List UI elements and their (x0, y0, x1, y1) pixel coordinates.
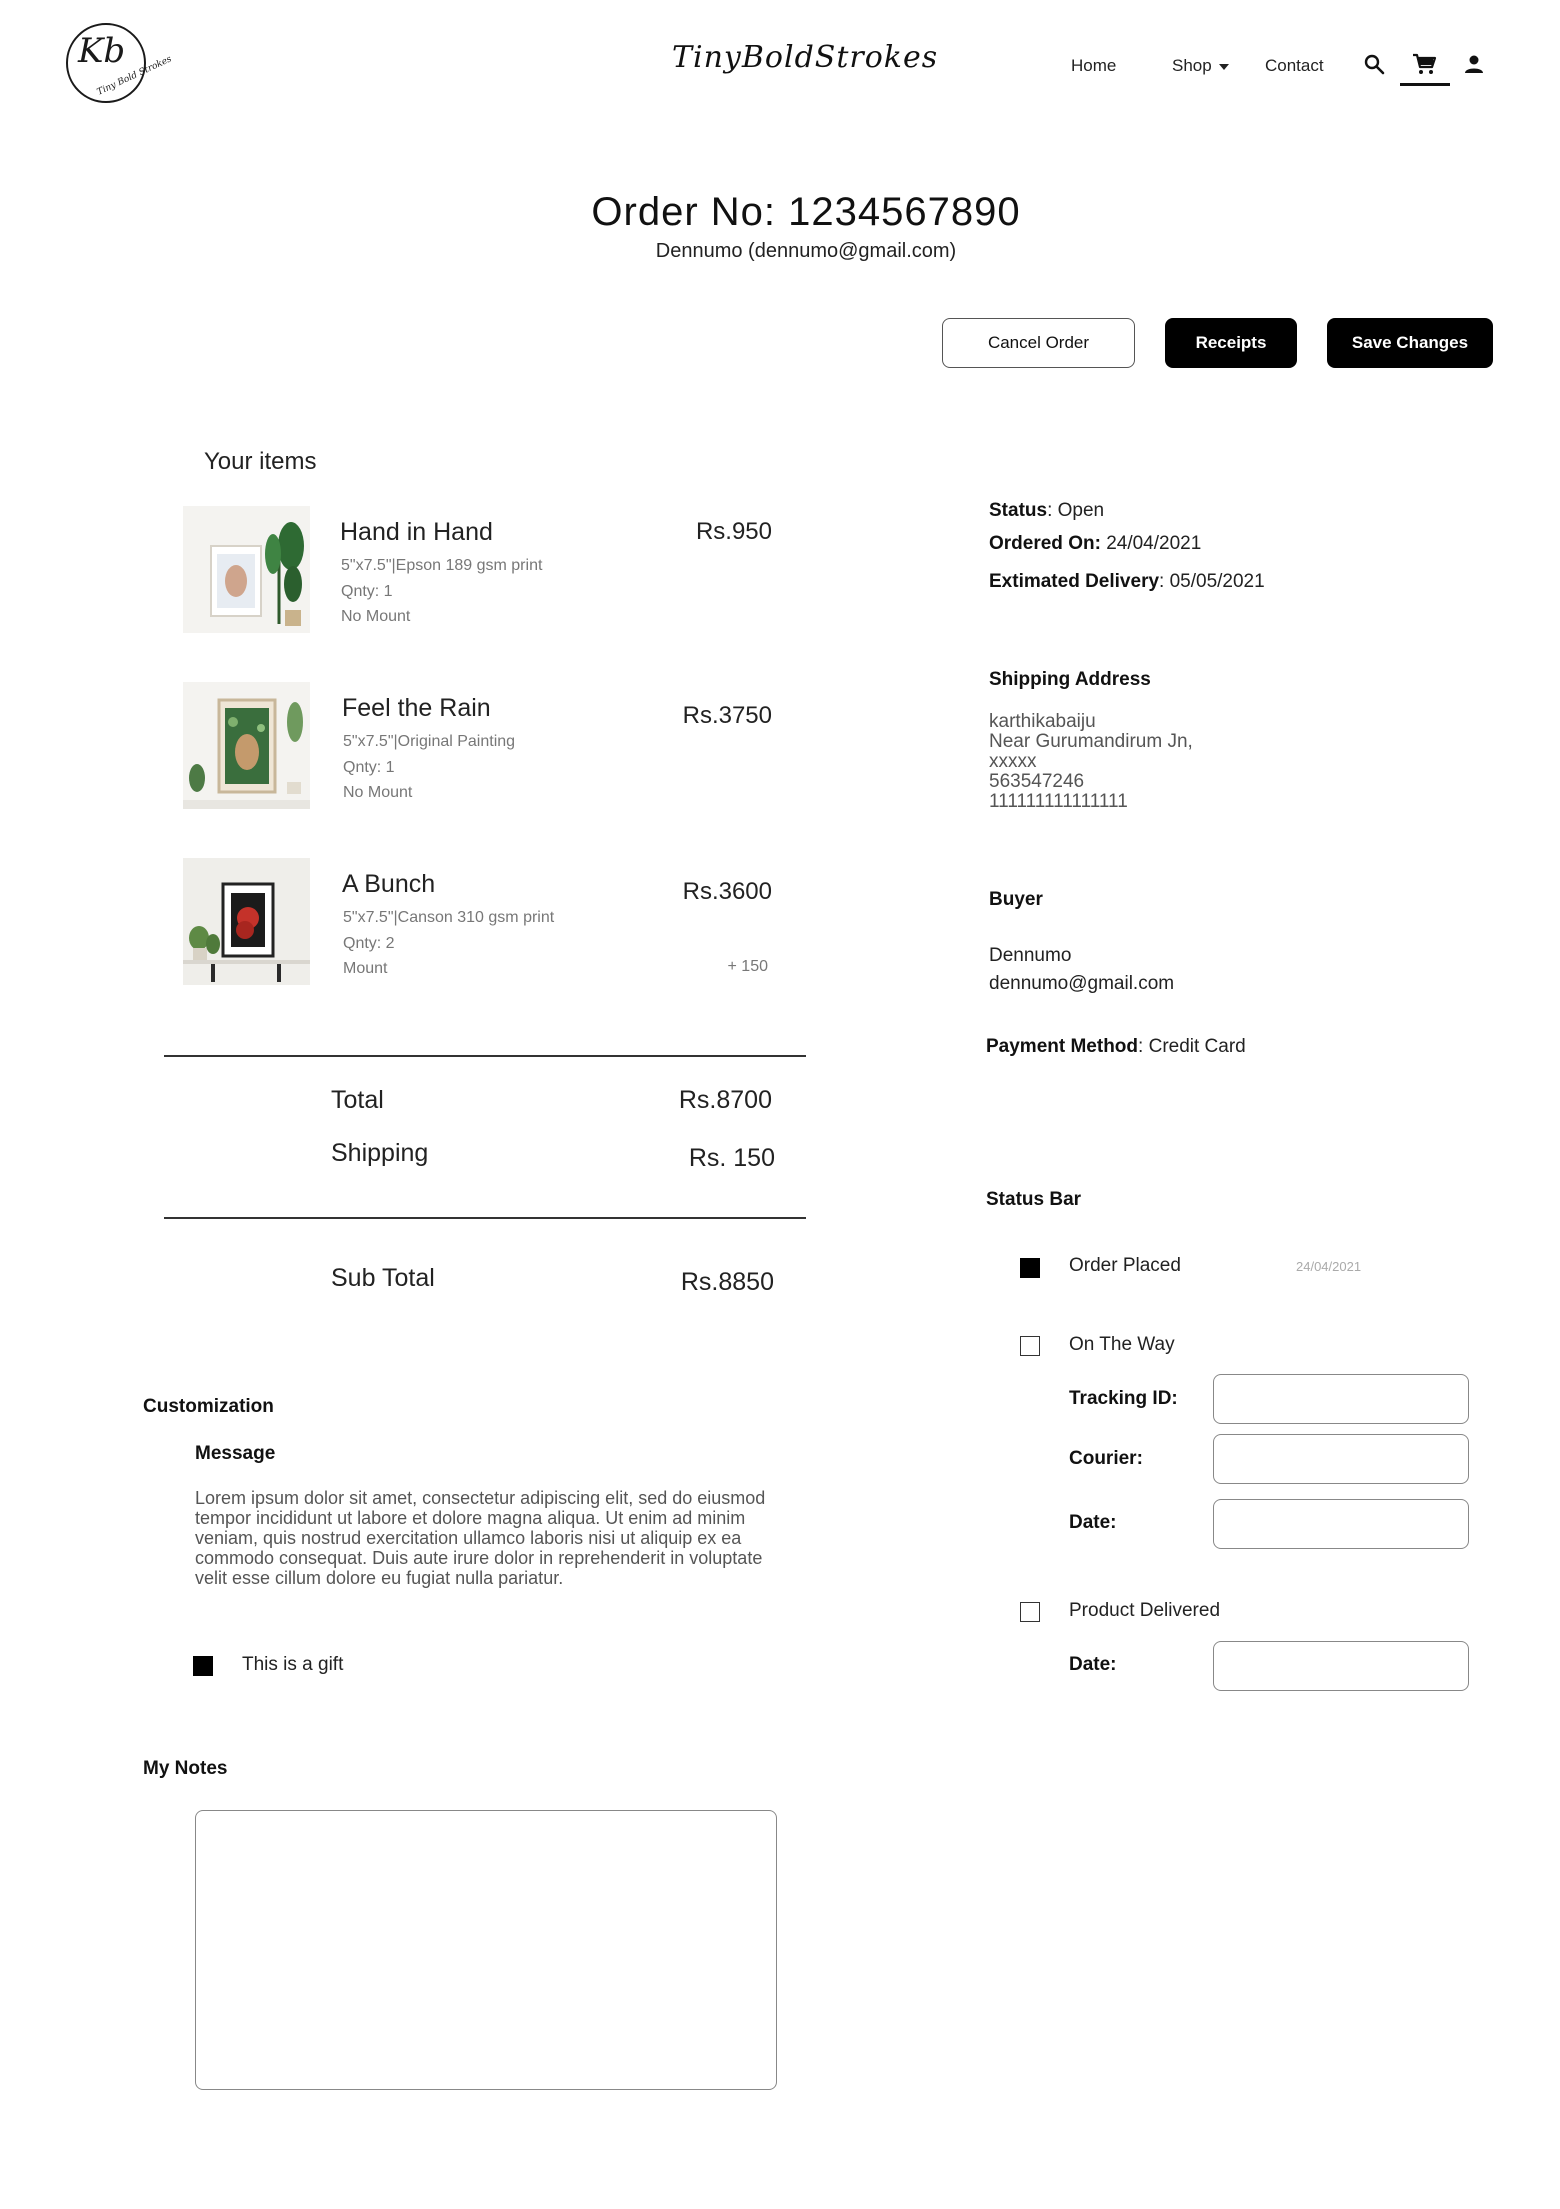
shipping-label: Shipping (331, 1139, 429, 1167)
shipping-address: karthikabaiju Near Gurumandirum Jn, xxxx… (989, 712, 1193, 812)
item-name: A Bunch (342, 870, 436, 898)
address-phone: 111111111111111 (989, 791, 1128, 812)
status-value: Open (1057, 500, 1105, 521)
gift-label: This is a gift (242, 1654, 344, 1675)
subtotal-value: Rs.8850 (680, 1268, 774, 1296)
order-customer: Dennumo (dennumo@gmail.com) (655, 240, 957, 262)
order-placed-date: 24/04/2021 (1296, 1259, 1362, 1274)
item-thumbnail[interactable] (183, 682, 310, 809)
total-value: Rs.8700 (678, 1086, 772, 1114)
delivery-value: 05/05/2021 (1169, 571, 1265, 592)
search-icon (1364, 54, 1385, 75)
nav-home[interactable]: Home (1071, 56, 1116, 76)
cart-active-underline (1400, 83, 1450, 86)
user-icon (1465, 55, 1483, 73)
shipping-value: Rs. 150 (688, 1144, 775, 1172)
subtotal-label: Sub Total (331, 1264, 435, 1292)
item-mount: No Mount (343, 784, 413, 801)
item-qty: Qnty: 1 (341, 583, 393, 600)
product-delivered-checkbox[interactable] (1020, 1602, 1040, 1622)
estimated-delivery: Extimated Delivery: 05/05/2021 (989, 571, 1265, 592)
item-qty: Qnty: 2 (343, 935, 395, 952)
notes-heading: My Notes (143, 1758, 228, 1779)
gift-checkbox[interactable] (193, 1656, 213, 1676)
on-the-way-label: On The Way (1069, 1334, 1175, 1355)
message-heading: Message (195, 1443, 276, 1464)
address-pincode: 563547246 (989, 771, 1085, 792)
item-spec: 5"x7.5"|Canson 310 gsm print (343, 909, 555, 926)
divider (164, 1055, 806, 1057)
buyer-email: dennumo@gmail.com (989, 973, 1175, 994)
order-title: Order No: 1234567890 (591, 190, 1021, 234)
ordered-on: Ordered On: 24/04/2021 (989, 533, 1201, 555)
mount-extra-price: + 150 (727, 958, 768, 975)
delivery-label: Extimated Delivery (989, 571, 1160, 592)
shipping-date-input[interactable] (1213, 1499, 1469, 1549)
total-label: Total (331, 1086, 384, 1114)
cancel-order-button[interactable]: Cancel Order (942, 318, 1135, 368)
buyer-name: Dennumo (989, 945, 1072, 966)
buyer-info: Dennumo dennumo@gmail.com (989, 942, 1174, 998)
nav-shop-label: Shop (1172, 56, 1212, 75)
on-the-way-checkbox[interactable] (1020, 1336, 1040, 1356)
chevron-down-icon (1218, 63, 1229, 70)
tracking-id-label: Tracking ID: (1069, 1388, 1178, 1409)
search-button[interactable] (1362, 52, 1390, 80)
item-price: Rs.3600 (682, 878, 772, 905)
order-status: Status: Open (989, 500, 1105, 521)
nav-contact[interactable]: Contact (1265, 56, 1324, 76)
item-name: Hand in Hand (340, 518, 493, 546)
ordered-on-value: 24/04/2021 (1106, 533, 1202, 554)
notes-textarea[interactable] (195, 1810, 777, 2090)
item-mount: No Mount (341, 608, 411, 625)
payment-label: Payment Method (986, 1036, 1139, 1057)
delivered-date-label: Date: (1069, 1654, 1117, 1675)
customization-message: Lorem ipsum dolor sit amet, consectetur … (195, 1488, 766, 1588)
account-button[interactable] (1462, 52, 1490, 80)
address-name: karthikabaiju (989, 711, 1096, 732)
receipts-button[interactable]: Receipts (1165, 318, 1297, 368)
shipping-date-label: Date: (1069, 1512, 1117, 1533)
payment-method: Payment Method: Credit Card (986, 1036, 1246, 1057)
address-line1: Near Gurumandirum Jn, (989, 731, 1193, 752)
cart-icon (1413, 53, 1437, 74)
product-delivered-label: Product Delivered (1069, 1600, 1221, 1621)
items-heading: Your items (204, 448, 317, 475)
courier-input[interactable] (1213, 1434, 1469, 1484)
status-bar-heading: Status Bar (986, 1189, 1082, 1210)
status-label: Status (989, 500, 1048, 521)
item-mount: Mount (343, 960, 388, 977)
logo[interactable]: Kb Tiny Bold Strokes (66, 23, 173, 103)
brand-wordmark[interactable]: TinyBoldStrokes (672, 40, 937, 75)
shipping-address-heading: Shipping Address (989, 669, 1151, 690)
tracking-id-input[interactable] (1213, 1374, 1469, 1424)
order-placed-checkbox[interactable] (1020, 1258, 1040, 1278)
address-line2: xxxxx (989, 751, 1037, 772)
item-qty: Qnty: 1 (343, 759, 395, 776)
save-changes-button[interactable]: Save Changes (1327, 318, 1493, 368)
courier-label: Courier: (1069, 1448, 1143, 1469)
payment-value: Credit Card (1148, 1036, 1246, 1057)
item-spec: 5"x7.5"|Original Painting (343, 733, 516, 750)
item-thumbnail[interactable] (183, 506, 310, 633)
item-spec: 5"x7.5"|Epson 189 gsm print (341, 557, 543, 574)
ordered-on-label: Ordered On: (989, 533, 1101, 554)
order-placed-label: Order Placed (1069, 1255, 1181, 1276)
item-price: Rs.3750 (682, 702, 772, 729)
item-name: Feel the Rain (342, 694, 491, 722)
delivered-date-input[interactable] (1213, 1641, 1469, 1691)
customization-heading: Customization (143, 1396, 274, 1417)
cart-button[interactable] (1411, 52, 1439, 80)
item-price: Rs.950 (695, 518, 772, 545)
item-thumbnail[interactable] (183, 858, 310, 985)
divider (164, 1217, 806, 1219)
logo-monogram: Kb (78, 31, 126, 71)
nav-shop[interactable]: Shop (1172, 56, 1229, 76)
buyer-heading: Buyer (989, 889, 1043, 910)
